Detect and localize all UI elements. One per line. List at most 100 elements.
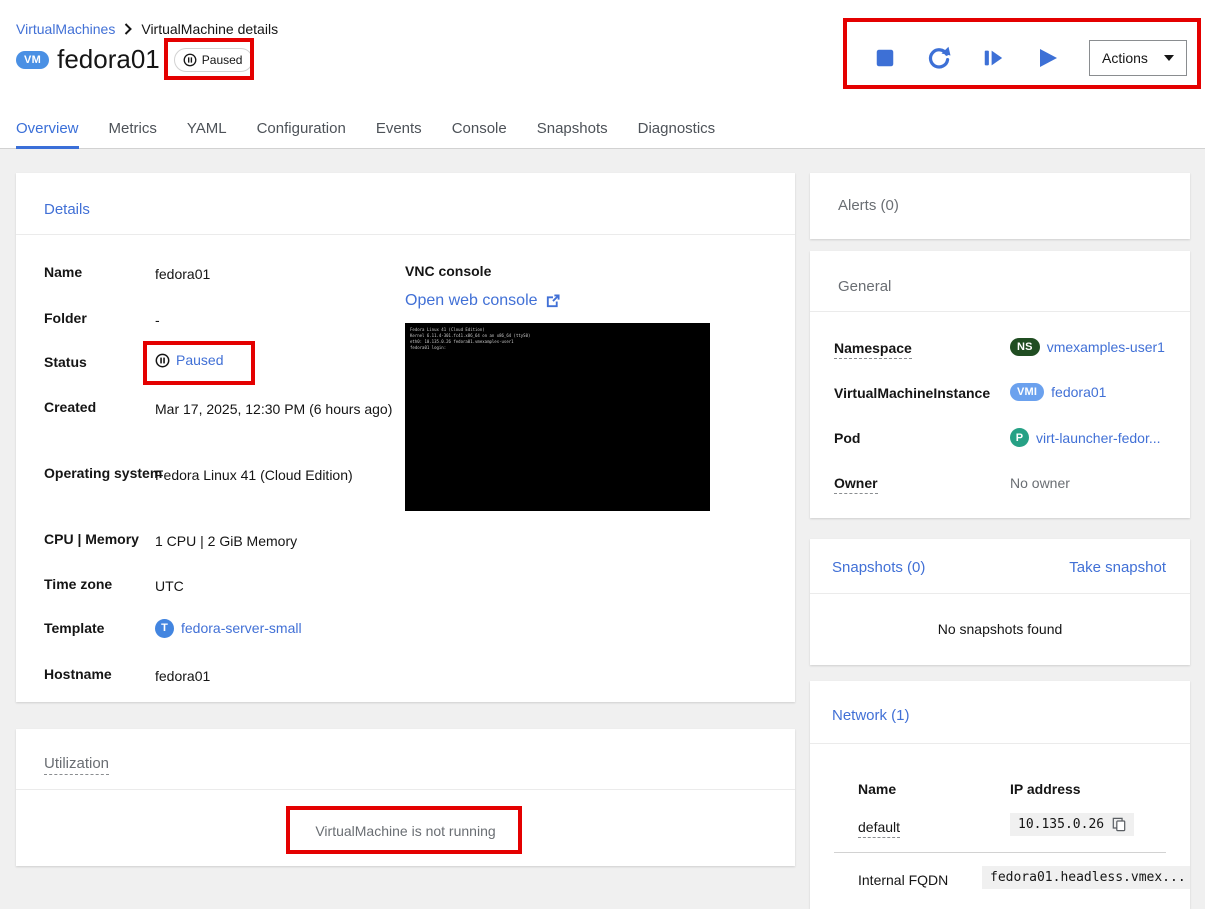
pod-label: Pod bbox=[834, 430, 861, 446]
tab-metrics[interactable]: Metrics bbox=[109, 111, 157, 149]
snapshots-card: Snapshots (0) Take snapshot No snapshots… bbox=[810, 539, 1190, 665]
template-value: T fedora-server-small bbox=[155, 618, 407, 640]
internal-fqdn-value: fedora01.headless.vmex... bbox=[990, 870, 1186, 885]
general-divider bbox=[810, 311, 1190, 312]
network-col-name: Name bbox=[858, 781, 897, 797]
utilization-card: Utilization VirtualMachine is not runnin… bbox=[16, 729, 795, 866]
utilization-divider bbox=[16, 789, 795, 790]
operating-system-label: Operating system bbox=[44, 465, 163, 481]
vm-kind-badge: VM bbox=[16, 50, 50, 69]
stop-button[interactable] bbox=[865, 40, 905, 76]
vnc-console-preview[interactable]: Fedora Linux 41 (Cloud Edition) Kernel 6… bbox=[405, 323, 710, 511]
status-value: Paused bbox=[155, 352, 223, 368]
open-web-console-link[interactable]: Open web console bbox=[405, 292, 538, 310]
restart-button[interactable] bbox=[919, 40, 959, 76]
no-snapshots-message: No snapshots found bbox=[937, 621, 1063, 637]
page-title-row: VM fedora01 Paused bbox=[16, 44, 254, 75]
network-row-divider bbox=[834, 852, 1166, 853]
general-card: General Namespace NS vmexamples-user1 Vi… bbox=[810, 251, 1190, 518]
unpause-button[interactable] bbox=[973, 40, 1013, 76]
namespace-label: Namespace bbox=[834, 340, 912, 359]
hostname-label: Hostname bbox=[44, 666, 112, 682]
template-label: Template bbox=[44, 620, 105, 636]
template-badge: T bbox=[155, 619, 174, 639]
breadcrumb-current: VirtualMachine details bbox=[141, 21, 279, 37]
name-value: fedora01 bbox=[155, 266, 211, 282]
snapshots-heading-link[interactable]: Snapshots (0) bbox=[832, 559, 925, 576]
timezone-label: Time zone bbox=[44, 576, 113, 592]
alerts-heading[interactable]: Alerts (0) bbox=[838, 197, 899, 214]
network-card: Network (1) Name IP address default 10.1… bbox=[810, 681, 1190, 909]
tab-yaml[interactable]: YAML bbox=[187, 111, 227, 149]
vmi-label: VirtualMachineInstance bbox=[834, 385, 991, 401]
created-value: Mar 17, 2025, 12:30 PM (6 hours ago) bbox=[155, 401, 393, 417]
internal-fqdn-chip: fedora01.headless.vmex... bbox=[982, 866, 1190, 889]
cpu-memory-label: CPU | Memory bbox=[44, 531, 139, 547]
start-button[interactable] bbox=[1027, 40, 1067, 76]
owner-label: Owner bbox=[834, 475, 878, 494]
pause-circle-icon bbox=[183, 53, 197, 66]
utilization-heading: Utilization bbox=[44, 755, 110, 775]
paused-status-pill[interactable]: Paused bbox=[173, 47, 254, 72]
general-heading: General bbox=[838, 278, 892, 295]
ip-address-value: 10.135.0.26 bbox=[1018, 817, 1105, 832]
tab-bar: Overview Metrics YAML Configuration Even… bbox=[0, 111, 1205, 149]
overview-content: Details Name fedora01 Folder - Status Pa… bbox=[0, 149, 1205, 909]
details-card: Details Name fedora01 Folder - Status Pa… bbox=[16, 173, 795, 702]
vm-action-bar: Actions bbox=[865, 40, 1187, 76]
take-snapshot-link[interactable]: Take snapshot bbox=[1069, 559, 1166, 576]
name-label: Name bbox=[44, 264, 83, 280]
console-line: fedora01 login: bbox=[410, 345, 447, 350]
namespace-badge: NS bbox=[1010, 338, 1040, 356]
template-link[interactable]: fedora-server-small bbox=[181, 618, 302, 640]
resume-icon bbox=[984, 50, 1003, 66]
play-icon bbox=[1040, 49, 1057, 67]
vm-details-page: VirtualMachines VirtualMachine details V… bbox=[0, 0, 1205, 909]
network-heading-link[interactable]: Network (1) bbox=[832, 707, 910, 724]
vmi-value: VMI fedora01 bbox=[1010, 383, 1106, 401]
created-label: Created bbox=[44, 399, 97, 415]
external-link-icon bbox=[546, 293, 560, 307]
copy-icon bbox=[1112, 817, 1126, 832]
vmi-badge: VMI bbox=[1010, 383, 1045, 401]
namespace-value: NS vmexamples-user1 bbox=[1010, 338, 1165, 356]
copy-ip-button[interactable] bbox=[1112, 817, 1126, 832]
vm-not-running-message: VirtualMachine is not running bbox=[315, 823, 496, 839]
actions-dropdown-button[interactable]: Actions bbox=[1089, 40, 1187, 76]
details-heading-link[interactable]: Details bbox=[44, 201, 90, 218]
pod-link[interactable]: virt-launcher-fedor... bbox=[1036, 430, 1161, 446]
chevron-right-icon bbox=[125, 23, 133, 35]
network-divider bbox=[810, 743, 1190, 744]
pause-circle-icon bbox=[155, 353, 170, 367]
breadcrumb: VirtualMachines VirtualMachine details bbox=[16, 21, 278, 37]
ip-address-chip: 10.135.0.26 bbox=[1010, 813, 1135, 836]
page-title: fedora01 bbox=[57, 44, 160, 74]
namespace-link[interactable]: vmexamples-user1 bbox=[1047, 339, 1165, 355]
details-divider bbox=[16, 234, 795, 235]
folder-label: Folder bbox=[44, 310, 87, 326]
restart-icon bbox=[928, 46, 951, 69]
vnc-console-heading: VNC console bbox=[405, 263, 492, 279]
paused-pill-label: Paused bbox=[201, 52, 243, 67]
hostname-value: fedora01 bbox=[155, 668, 211, 684]
network-col-ip: IP address bbox=[1010, 781, 1081, 797]
operating-system-value: Fedora Linux 41 (Cloud Edition) bbox=[155, 467, 353, 483]
tab-console[interactable]: Console bbox=[452, 111, 507, 149]
tab-configuration[interactable]: Configuration bbox=[257, 111, 346, 149]
tab-diagnostics[interactable]: Diagnostics bbox=[638, 111, 716, 149]
breadcrumb-virtualmachines-link[interactable]: VirtualMachines bbox=[16, 21, 115, 37]
tab-snapshots[interactable]: Snapshots bbox=[537, 111, 608, 149]
status-label: Status bbox=[44, 354, 87, 370]
vmi-link[interactable]: fedora01 bbox=[1051, 384, 1106, 400]
folder-value: - bbox=[155, 312, 160, 328]
cpu-memory-value: 1 CPU | 2 GiB Memory bbox=[155, 533, 298, 549]
network-row-name: default bbox=[858, 819, 901, 838]
alerts-card: Alerts (0) bbox=[810, 173, 1190, 239]
pod-badge: P bbox=[1010, 428, 1029, 447]
tab-events[interactable]: Events bbox=[376, 111, 422, 149]
status-paused-link[interactable]: Paused bbox=[176, 352, 223, 368]
snapshots-divider bbox=[810, 593, 1190, 594]
tab-overview[interactable]: Overview bbox=[16, 111, 79, 149]
actions-dropdown-label: Actions bbox=[1102, 50, 1148, 66]
open-web-console-row: Open web console bbox=[405, 292, 560, 310]
